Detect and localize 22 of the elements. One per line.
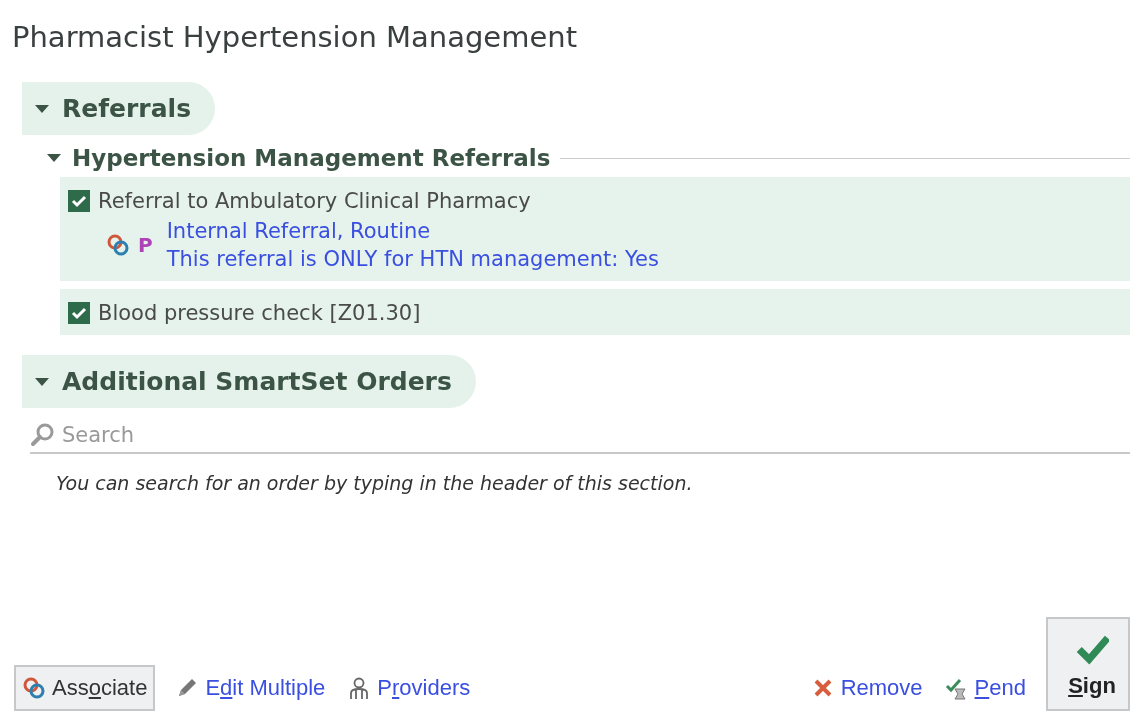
search-icon (30, 422, 56, 448)
sign-button[interactable]: Sign (1046, 617, 1130, 711)
section-header[interactable]: Referrals (22, 82, 216, 135)
page-title: Pharmacist Hypertension Management (11, 19, 579, 56)
hint-text: You can search for an order by typing in the header of this section. (56, 472, 694, 494)
section-header[interactable]: Additional SmartSet Orders (22, 355, 476, 408)
search-field[interactable]: Search (60, 422, 1130, 448)
order-detail-link[interactable]: This referral is ONLY for HTN management: Yes (166, 247, 659, 271)
pend-button[interactable]: Pend (942, 671, 1028, 705)
linked-rings-icon (22, 676, 46, 700)
order-detail-link[interactable]: Internal Referral, Routine (166, 219, 431, 243)
checkbox[interactable] (68, 190, 90, 212)
providers-button[interactable]: Providers (345, 671, 473, 705)
associate-button[interactable]: Associate (14, 665, 156, 711)
check-hourglass-icon (944, 676, 969, 700)
remove-button[interactable]: Remove (808, 671, 925, 705)
checkbox[interactable] (68, 302, 90, 324)
group-header[interactable]: Hypertension Management Referrals (46, 145, 561, 171)
order-name: Referral to Ambulatory Clinical Pharmacy (98, 189, 531, 213)
order-name: Blood pressure check [Z01.30] (98, 301, 421, 325)
badge-letter: P (138, 233, 153, 257)
edit-button[interactable]: Edit Multiple (173, 671, 328, 705)
